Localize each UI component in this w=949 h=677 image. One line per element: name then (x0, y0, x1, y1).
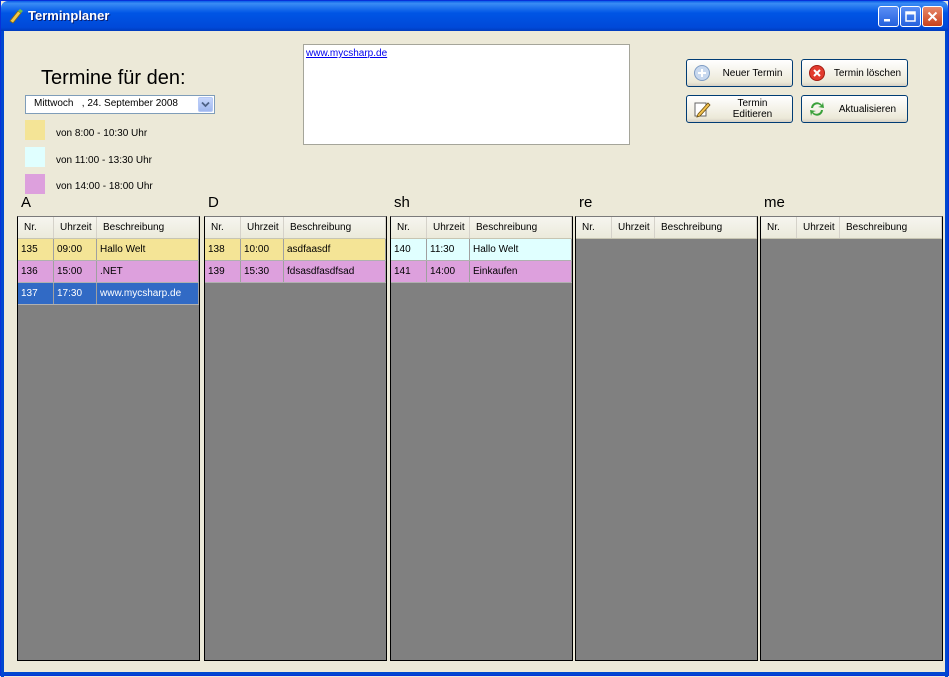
edit-appointment-label: Termin Editieren (732, 98, 773, 120)
cell-time: 09:00 (54, 239, 97, 260)
refresh-icon (810, 102, 824, 116)
cell-desc: Hallo Welt (470, 239, 572, 260)
column-header-time[interactable]: Uhrzeit (241, 217, 284, 238)
cell-desc: .NET (97, 261, 199, 282)
cell-time: 15:00 (54, 261, 97, 282)
legend-swatch-midday (25, 147, 45, 167)
column-header-desc[interactable]: Beschreibung (655, 217, 757, 238)
title-bar[interactable]: Terminplaner (1, 1, 948, 31)
date-picker[interactable]: Mittwoch , 24. September 2008 (25, 95, 215, 114)
cell-time: 11:30 (427, 239, 470, 260)
table-row[interactable]: 135 09:00 Hallo Welt (18, 239, 199, 261)
grid-header: Nr. Uhrzeit Beschreibung (205, 217, 386, 239)
cell-time: 14:00 (427, 261, 470, 282)
cell-time: 10:00 (241, 239, 284, 260)
close-button[interactable] (922, 6, 943, 27)
grid-header: Nr. Uhrzeit Beschreibung (391, 217, 572, 239)
table-row[interactable]: 141 14:00 Einkaufen (391, 261, 572, 283)
close-icon (927, 11, 938, 22)
column-header-nr[interactable]: Nr. (205, 217, 241, 238)
window-frame-left (1, 31, 4, 677)
cell-nr: 141 (391, 261, 427, 282)
notes-textbox[interactable]: www.mycsharp.de (303, 44, 630, 145)
column-header-time[interactable]: Uhrzeit (797, 217, 840, 238)
pencil-icon (694, 102, 711, 118)
cell-desc: Hallo Welt (97, 239, 199, 260)
delete-appointment-label: Termin löschen (833, 67, 902, 79)
appointment-grid[interactable]: Nr. Uhrzeit Beschreibung (575, 216, 758, 661)
cell-nr: 137 (18, 283, 54, 304)
cell-time: 17:30 (54, 283, 97, 304)
appointment-grid[interactable]: Nr. Uhrzeit Beschreibung (760, 216, 943, 661)
cell-desc: asdfaasdf (284, 239, 386, 260)
app-icon (9, 9, 23, 24)
refresh-button[interactable]: Aktualisieren (801, 95, 908, 123)
day-title: D (208, 194, 219, 211)
minimize-icon (884, 19, 890, 22)
chevron-down-icon (201, 101, 210, 108)
day-title: A (21, 194, 32, 211)
delete-appointment-button[interactable]: Termin löschen (801, 59, 908, 87)
window-frame-bottom (1, 672, 948, 675)
table-row[interactable]: 136 15:00 .NET (18, 261, 199, 283)
column-header-nr[interactable]: Nr. (18, 217, 54, 238)
cell-nr: 139 (205, 261, 241, 282)
column-header-nr[interactable]: Nr. (391, 217, 427, 238)
table-row[interactable]: 138 10:00 asdfaasdf (205, 239, 386, 261)
legend-label-midday: von 11:00 - 13:30 Uhr (56, 155, 152, 166)
date-picker-value: Mittwoch , 24. September 2008 (34, 98, 178, 109)
table-row[interactable]: 139 15:30 fdsasdfasdfsad (205, 261, 386, 283)
column-header-nr[interactable]: Nr. (576, 217, 612, 238)
window-title: Terminplaner (28, 8, 110, 23)
cell-time: 15:30 (241, 261, 284, 282)
cell-desc: fdsasdfasdfsad (284, 261, 386, 282)
cell-nr: 135 (18, 239, 54, 260)
day-title: re (579, 194, 593, 211)
column-header-desc[interactable]: Beschreibung (840, 217, 942, 238)
appointment-grid[interactable]: Nr. Uhrzeit Beschreibung 140 11:30 Hallo Welt… (390, 216, 573, 661)
grid-header: Nr. Uhrzeit Beschreibung (576, 217, 757, 239)
column-header-desc[interactable]: Beschreibung (284, 217, 386, 238)
cell-desc: Einkaufen (470, 261, 572, 282)
column-header-desc[interactable]: Beschreibung (470, 217, 572, 238)
cell-nr: 136 (18, 261, 54, 282)
column-header-time[interactable]: Uhrzeit (427, 217, 470, 238)
delete-icon (809, 65, 825, 81)
column-header-desc[interactable]: Beschreibung (97, 217, 199, 238)
app-window: Terminplaner Termine für den: Mittwoch ,… (0, 0, 949, 677)
add-icon (694, 65, 710, 81)
column-header-time[interactable]: Uhrzeit (612, 217, 655, 238)
legend-label-morning: von 8:00 - 10:30 Uhr (56, 128, 148, 139)
notes-link[interactable]: www.mycsharp.de (306, 48, 387, 59)
cell-nr: 138 (205, 239, 241, 260)
legend-label-afternoon: von 14:00 - 18:00 Uhr (56, 181, 153, 192)
new-appointment-label: Neuer Termin (722, 67, 783, 79)
window-frame-right (945, 31, 948, 677)
column-header-nr[interactable]: Nr. (761, 217, 797, 238)
column-header-time[interactable]: Uhrzeit (54, 217, 97, 238)
table-row[interactable]: 137 17:30 www.mycsharp.de (18, 283, 199, 305)
grid-header: Nr. Uhrzeit Beschreibung (761, 217, 942, 239)
appointment-grid[interactable]: Nr. Uhrzeit Beschreibung 135 09:00 Hallo Welt… (17, 216, 200, 661)
appointment-grid[interactable]: Nr. Uhrzeit Beschreibung 138 10:00 asdfaasdf 1… (204, 216, 387, 661)
minimize-button[interactable] (878, 6, 899, 27)
day-title: sh (394, 194, 410, 211)
refresh-label: Aktualisieren (838, 103, 897, 115)
new-appointment-button[interactable]: Neuer Termin (686, 59, 793, 87)
cell-nr: 140 (391, 239, 427, 260)
date-picker-dropdown-button[interactable] (198, 97, 213, 112)
edit-appointment-button[interactable]: Termin Editieren (686, 95, 793, 123)
date-heading: Termine für den: (41, 67, 186, 89)
maximize-button[interactable] (900, 6, 921, 27)
table-row[interactable]: 140 11:30 Hallo Welt (391, 239, 572, 261)
maximize-icon (905, 11, 916, 22)
grid-header: Nr. Uhrzeit Beschreibung (18, 217, 199, 239)
cell-desc: www.mycsharp.de (97, 283, 199, 304)
legend-swatch-morning (25, 120, 45, 140)
day-title: me (764, 194, 785, 211)
legend-swatch-afternoon (25, 174, 45, 194)
